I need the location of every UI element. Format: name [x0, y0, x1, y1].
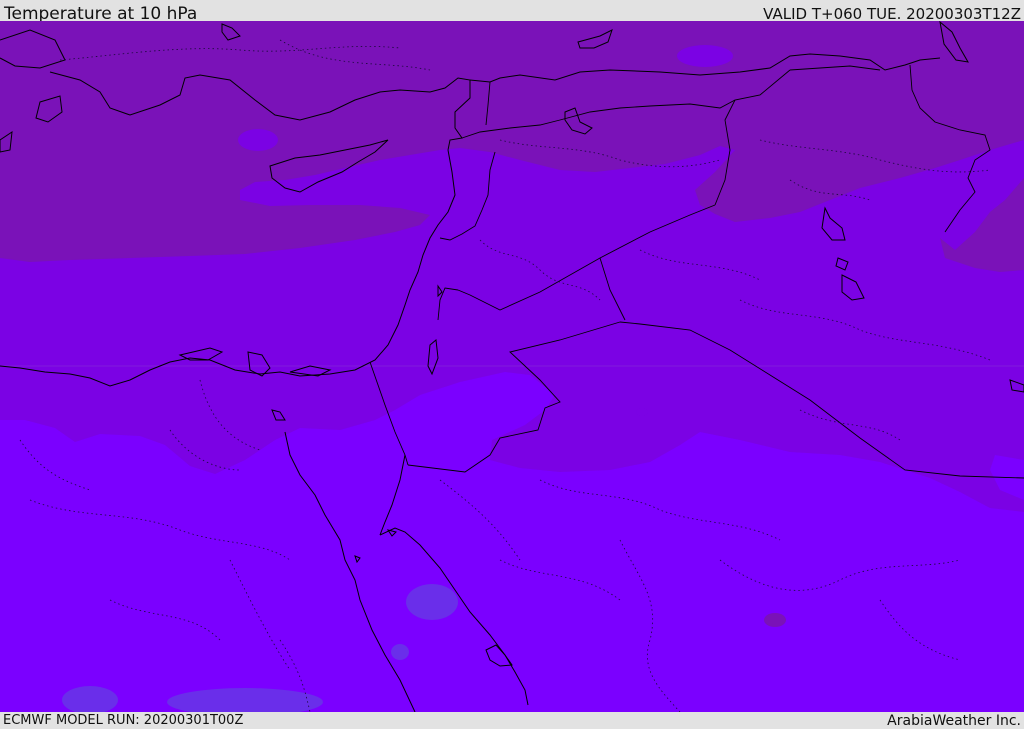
map-canvas[interactable]	[0, 21, 1024, 712]
weather-map[interactable]	[0, 21, 1024, 712]
mid-patch-arabia	[636, 408, 648, 416]
footer-bar: ECMWF MODEL RUN: 20200301T00Z ArabiaWeat…	[0, 712, 1024, 729]
header-bar: Temperature at 10 hPa VALID T+060 TUE. 2…	[0, 0, 1024, 24]
warm-patch-red-sea	[406, 584, 458, 620]
credit-label: ArabiaWeather Inc.	[887, 713, 1021, 729]
cold-patch-crete	[238, 129, 278, 151]
warm-patch-sudan	[391, 644, 409, 660]
cold-patch-north	[677, 45, 733, 67]
model-run: ECMWF MODEL RUN: 20200301T00Z	[3, 713, 244, 728]
cold-patch-saudi	[764, 613, 786, 627]
